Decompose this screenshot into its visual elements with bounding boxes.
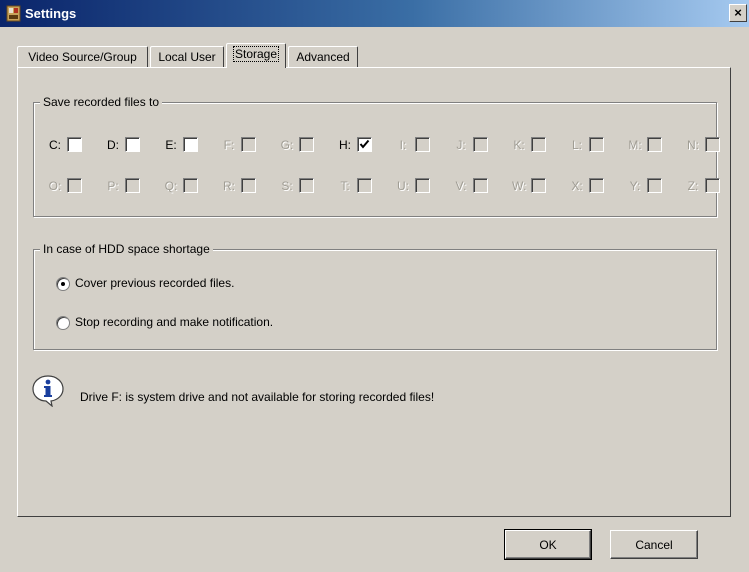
- drive-x-option: X:: [570, 178, 610, 194]
- window-title: Settings: [25, 6, 77, 21]
- drive-label: O:: [48, 179, 62, 193]
- drive-label: R:: [223, 179, 235, 193]
- drive-v-option: V:: [454, 178, 494, 194]
- drive-c-option[interactable]: C:: [48, 137, 88, 153]
- drive-label: N:: [687, 138, 699, 152]
- title-bar: Settings ×: [0, 0, 749, 27]
- drive-checkbox: [589, 137, 604, 152]
- drive-checkbox: [241, 137, 256, 152]
- drive-p-option: P:: [106, 178, 146, 194]
- drive-t-option: T:: [338, 178, 378, 194]
- drive-checkbox: [125, 178, 140, 193]
- drive-label: K:: [513, 138, 525, 152]
- drive-checkbox: [357, 178, 372, 193]
- drive-checkbox: [415, 137, 430, 152]
- drive-o-option: O:: [48, 178, 88, 194]
- cover-files-radio[interactable]: [56, 277, 70, 291]
- drive-checkbox[interactable]: [125, 137, 140, 152]
- drive-checkbox: [299, 178, 314, 193]
- drive-checkbox: [241, 178, 256, 193]
- stop-recording-radio[interactable]: [56, 316, 70, 330]
- drive-z-option: Z:: [686, 178, 726, 194]
- drive-l-option: L:: [570, 137, 610, 153]
- drive-f-option: F:: [222, 137, 262, 153]
- drive-d-option[interactable]: D:: [106, 137, 146, 153]
- drive-label: E:: [165, 138, 177, 152]
- tab-advanced[interactable]: Advanced: [288, 46, 358, 67]
- drive-label: T:: [340, 179, 350, 193]
- stop-recording-label[interactable]: Stop recording and make notification.: [75, 315, 273, 329]
- drive-label: U:: [397, 179, 409, 193]
- drive-label: H:: [339, 138, 351, 152]
- storage-panel: Save recorded files to C: D: E: F: G: H: I: J: K…: [17, 67, 731, 517]
- info-message: Drive F: is system drive and not availab…: [80, 390, 435, 404]
- drive-label: V:: [455, 179, 467, 193]
- radio-selected-dot: [61, 282, 65, 286]
- close-button[interactable]: ×: [729, 4, 747, 22]
- drive-checkbox[interactable]: [67, 137, 82, 152]
- cover-files-label[interactable]: Cover previous recorded files.: [75, 276, 234, 290]
- drive-checkbox[interactable]: [357, 137, 372, 152]
- drive-label: Q:: [164, 179, 178, 193]
- drive-e-option[interactable]: E:: [164, 137, 204, 153]
- drive-checkbox: [473, 137, 488, 152]
- drive-g-option: G:: [280, 137, 320, 153]
- drive-j-option: J:: [454, 137, 494, 153]
- drive-checkbox: [531, 137, 546, 152]
- drive-m-option: M:: [628, 137, 668, 153]
- drive-label: S:: [281, 179, 293, 193]
- drive-label: F:: [223, 138, 235, 152]
- drive-label: I:: [399, 138, 407, 152]
- hdd-shortage-group: In case of HDD space shortage Cover prev…: [33, 242, 717, 350]
- ok-button[interactable]: OK: [504, 529, 592, 560]
- drive-checkbox: [705, 178, 720, 193]
- close-icon: ×: [734, 5, 742, 20]
- drive-label: X:: [571, 179, 583, 193]
- drive-checkbox: [183, 178, 198, 193]
- drive-checkbox: [647, 178, 662, 193]
- drive-label: L:: [571, 138, 582, 152]
- drive-label: J:: [456, 138, 466, 152]
- drive-checkbox: [705, 137, 720, 152]
- drive-u-option: U:: [396, 178, 436, 194]
- drive-i-option: I:: [396, 137, 436, 153]
- tab-storage[interactable]: Storage: [226, 43, 286, 68]
- checkmark-icon: [359, 139, 370, 149]
- drive-label: Y:: [629, 179, 641, 193]
- drive-checkbox: [299, 137, 314, 152]
- shortage-group-legend: In case of HDD space shortage: [40, 242, 213, 256]
- drive-h-option[interactable]: H:: [338, 137, 378, 153]
- drive-label: C:: [49, 138, 61, 152]
- drive-w-option: W:: [512, 178, 552, 194]
- drive-y-option: Y:: [628, 178, 668, 194]
- drive-checkbox: [415, 178, 430, 193]
- app-icon: [6, 5, 21, 22]
- drive-checkbox: [647, 137, 662, 152]
- drive-checkbox: [589, 178, 604, 193]
- drive-q-option: Q:: [164, 178, 204, 194]
- drive-checkbox: [473, 178, 488, 193]
- drive-r-option: R:: [222, 178, 262, 194]
- drive-checkbox: [67, 178, 82, 193]
- drive-label: Z:: [687, 179, 699, 193]
- drive-checkbox: [531, 178, 546, 193]
- info-icon: [32, 375, 64, 407]
- save-recorded-files-group: Save recorded files to C: D: E: F: G: H: I: J: K…: [33, 95, 720, 217]
- tab-local-user[interactable]: Local User: [150, 46, 224, 67]
- drive-label: P:: [107, 179, 119, 193]
- drive-n-option: N:: [686, 137, 726, 153]
- drive-label: G:: [280, 138, 294, 152]
- drive-k-option: K:: [512, 137, 552, 153]
- drive-label: M:: [628, 138, 642, 152]
- tab-video-source-group[interactable]: Video Source/Group: [17, 46, 148, 67]
- save-group-legend: Save recorded files to: [40, 95, 163, 109]
- drive-label: D:: [107, 138, 119, 152]
- drive-checkbox[interactable]: [183, 137, 198, 152]
- drive-label: W:: [512, 179, 527, 193]
- drive-s-option: S:: [280, 178, 320, 194]
- cancel-button[interactable]: Cancel: [610, 530, 698, 559]
